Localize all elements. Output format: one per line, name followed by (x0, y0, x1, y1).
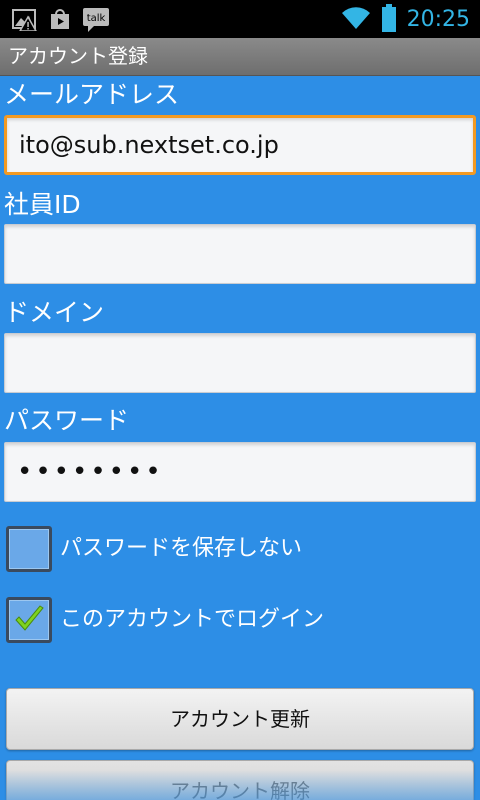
talk-icon-label: talk (87, 13, 106, 24)
dont-save-password-checkbox[interactable] (6, 526, 52, 572)
domain-field[interactable] (4, 333, 476, 393)
play-store-icon (48, 7, 72, 35)
password-input[interactable] (17, 443, 457, 501)
checkmark-icon (11, 602, 47, 642)
status-bar: talk 20:25 (0, 0, 480, 38)
domain-label: ドメイン (4, 298, 105, 327)
employee-id-input[interactable] (17, 225, 457, 283)
domain-input[interactable] (17, 334, 457, 392)
update-account-button[interactable]: アカウント更新 (6, 688, 474, 750)
login-with-account-row[interactable]: このアカウントでログイン (6, 595, 324, 645)
title-bar: アカウント登録 (0, 38, 480, 76)
remove-account-button[interactable]: アカウント解除 (6, 760, 474, 800)
password-field[interactable] (4, 442, 476, 502)
page-title: アカウント登録 (8, 44, 148, 68)
talk-icon: talk (82, 6, 110, 36)
system-icons: 20:25 (341, 4, 470, 36)
status-time: 20:25 (406, 7, 470, 32)
password-label: パスワード (4, 406, 130, 435)
dont-save-password-row[interactable]: パスワードを保存しない (6, 524, 302, 574)
wifi-icon (341, 5, 371, 35)
login-with-account-label: このアカウントでログイン (60, 607, 325, 632)
email-label: メールアドレス (4, 80, 180, 109)
login-with-account-checkbox[interactable] (6, 597, 52, 643)
employee-id-field[interactable] (4, 224, 476, 284)
battery-icon (381, 4, 397, 36)
dont-save-password-label: パスワードを保存しない (60, 536, 303, 561)
employee-id-label: 社員ID (4, 190, 81, 219)
image-warning-icon (12, 7, 38, 35)
notification-icons: talk (12, 6, 110, 36)
email-input[interactable] (19, 118, 459, 172)
email-field[interactable] (4, 115, 476, 175)
